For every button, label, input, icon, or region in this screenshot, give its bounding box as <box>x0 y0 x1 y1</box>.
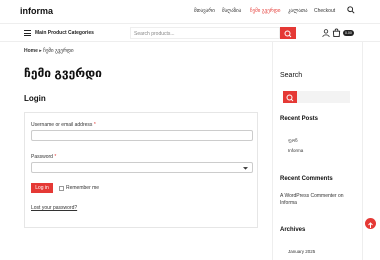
page-title: ჩემი გვერდი <box>24 66 102 80</box>
username-input[interactable] <box>31 130 253 141</box>
search-icon[interactable] <box>347 6 355 14</box>
recent-comment[interactable]: A WordPress Commenter on Informa <box>280 193 358 207</box>
menu-icon[interactable] <box>24 30 31 36</box>
recent-posts-title: Recent Posts <box>280 116 319 122</box>
login-heading: Login <box>24 94 46 103</box>
remember-checkbox[interactable] <box>59 185 64 191</box>
sidebar-divider <box>272 42 273 260</box>
cart-price-badge: 0.00 <box>343 30 354 36</box>
breadcrumb: Home ▸ ჩემი გვერდი <box>24 48 74 54</box>
search-icon <box>284 30 292 38</box>
breadcrumb-home[interactable]: Home <box>24 48 38 54</box>
password-input[interactable] <box>31 162 253 173</box>
required-mark: * <box>54 154 57 160</box>
lost-password-link[interactable]: Lost your password? <box>31 205 77 211</box>
product-search-button[interactable] <box>280 27 296 39</box>
username-label-text: Username or email address <box>31 122 93 128</box>
search-icon <box>286 94 294 102</box>
main-categories-label[interactable]: Main Product Categories <box>35 30 94 36</box>
top-header: informa მთავარი მაღაზია ჩემი გვერდი კალა… <box>0 0 380 24</box>
remember-me[interactable]: Remember me <box>59 185 99 191</box>
cart-bag-icon[interactable] <box>332 28 341 37</box>
nav-item-shop[interactable]: მაღაზია <box>222 8 241 14</box>
recent-comments-title: Recent Comments <box>280 176 333 182</box>
nav-item-checkout[interactable]: Checkout <box>314 8 335 14</box>
login-button[interactable]: Log in <box>31 183 53 193</box>
recent-post-link[interactable]: Informa <box>288 148 303 153</box>
password-label-text: Password <box>31 154 53 160</box>
breadcrumb-current: ჩემი გვერდი <box>43 48 74 54</box>
archives-title: Archives <box>280 227 306 233</box>
username-label: Username or email address * <box>31 122 96 128</box>
sidebar-right-divider <box>362 42 363 260</box>
archive-link[interactable]: January 2025 <box>288 249 315 254</box>
site-logo[interactable]: informa <box>20 6 53 16</box>
sidebar-search-button[interactable] <box>283 91 297 103</box>
remember-label: Remember me <box>66 185 100 191</box>
login-form: Username or email address * Password * L… <box>24 112 258 228</box>
recent-post-link[interactable]: ფონ <box>288 138 298 144</box>
nav-item-cart[interactable]: კალათა <box>288 8 308 14</box>
product-search-input[interactable]: Search products... <box>130 27 280 39</box>
nav-item-home[interactable]: მთავარი <box>194 8 215 14</box>
sidebar-search-input[interactable] <box>297 91 350 103</box>
nav-item-my-account[interactable]: ჩემი გვერდი <box>250 8 280 14</box>
sidebar-search-title: Search <box>280 72 303 79</box>
user-icon[interactable] <box>322 29 330 37</box>
password-label: Password * <box>31 154 56 160</box>
category-bar: Main Product Categories Search products.… <box>0 24 380 42</box>
arrow-up-icon <box>368 222 373 228</box>
required-mark: * <box>93 122 96 128</box>
scroll-to-top-button[interactable] <box>365 218 376 229</box>
show-password-icon[interactable] <box>243 166 248 170</box>
